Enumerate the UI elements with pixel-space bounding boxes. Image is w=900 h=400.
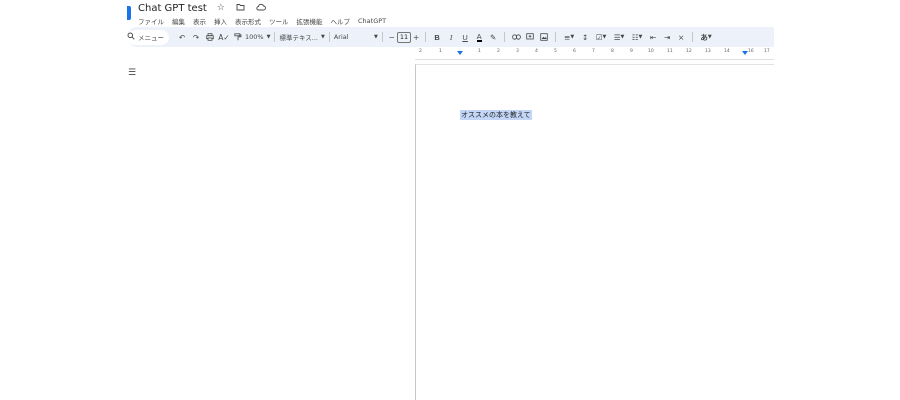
redo-icon[interactable]: ↷	[189, 30, 203, 45]
menu-edit[interactable]: 編集	[172, 16, 185, 26]
highlight-color-icon[interactable]: ✎	[486, 30, 500, 45]
ruler-tick: 2	[419, 49, 422, 54]
print-icon[interactable]	[203, 30, 217, 45]
paint-format-icon[interactable]	[231, 30, 245, 45]
chevron-down-icon: ▼	[373, 34, 378, 40]
chevron-down-icon: ▼	[320, 34, 325, 40]
increase-font-size-button[interactable]: +	[411, 30, 421, 45]
chevron-down-icon: ▼	[266, 34, 271, 40]
toolbar-divider	[692, 32, 694, 42]
ruler-tick: 11	[667, 49, 673, 54]
spellcheck-icon[interactable]: A✓	[217, 30, 231, 45]
toolbar-divider	[328, 32, 330, 42]
underline-button[interactable]: U	[458, 30, 472, 45]
move-to-folder-icon[interactable]	[235, 3, 247, 14]
toolbar-divider	[274, 32, 276, 42]
search-menus-box[interactable]: メニュー	[127, 29, 169, 45]
italic-button[interactable]: I	[444, 30, 458, 45]
toolbar-divider	[504, 32, 506, 42]
ruler-tick: 6	[573, 49, 576, 54]
document-title[interactable]: Chat GPT test	[138, 3, 207, 14]
ruler-tick: 13	[705, 49, 711, 54]
google-docs-window: Chat GPT test ☆ ファイル 編集 表示 挿入 表示形式 ツール 拡…	[127, 0, 774, 400]
title-row: Chat GPT test ☆	[138, 1, 267, 15]
menu-chatgpt[interactable]: ChatGPT	[358, 17, 386, 25]
paragraph-style-select[interactable]: 標準テキス... ▼	[279, 32, 324, 42]
menu-insert[interactable]: 挿入	[214, 16, 227, 26]
decrease-font-size-button[interactable]: −	[387, 30, 397, 45]
toolbar-divider	[555, 32, 557, 42]
zoom-select[interactable]: 100% ▼	[245, 33, 270, 41]
ruler-tick: 3	[516, 49, 519, 54]
star-icon[interactable]: ☆	[215, 3, 227, 13]
menu-help[interactable]: ヘルプ	[331, 16, 351, 26]
search-menus-label: メニュー	[138, 34, 164, 42]
line-spacing-icon[interactable]: ↕	[578, 30, 592, 45]
ruler-tick: 14	[724, 49, 730, 54]
ruler-tick: 4	[535, 49, 538, 54]
ruler-tick: 2	[497, 49, 500, 54]
cloud-status-icon[interactable]	[255, 3, 267, 14]
ruler-tick: 16	[748, 49, 754, 54]
numbered-list-icon[interactable]: ☷ ▼	[628, 30, 646, 45]
bold-button[interactable]: B	[430, 30, 444, 45]
increase-indent-icon[interactable]: ⇥	[660, 30, 674, 45]
clear-formatting-icon[interactable]: ⨯	[674, 30, 688, 45]
ruler-tick: 9	[630, 49, 633, 54]
menu-format[interactable]: 表示形式	[235, 16, 261, 26]
indent-marker[interactable]	[457, 51, 463, 55]
left-gutter	[0, 0, 127, 400]
selected-text[interactable]: オススメの本を教えて	[460, 110, 532, 120]
search-icon	[127, 32, 135, 42]
right-gutter	[774, 0, 900, 400]
checklist-icon[interactable]: ☑ ▼	[592, 30, 610, 45]
menu-extensions[interactable]: 拡張機能	[297, 16, 323, 26]
font-value: Arial	[333, 33, 349, 41]
toolbar: メニュー ↶ ↷ A✓ 100% ▼ 標準テキス... ▼ Arial ▼ − …	[127, 27, 774, 47]
docs-logo-icon[interactable]	[127, 6, 131, 20]
ruler-tick: 7	[592, 49, 595, 54]
horizontal-ruler[interactable]: 2 1 1 2 3 4 5 6 7 8 9 10 11 12 13 14 16 …	[415, 49, 774, 60]
ruler-tick: 12	[686, 49, 692, 54]
document-outline-icon[interactable]: ☰	[128, 68, 136, 78]
document-page[interactable]: オススメの本を教えて	[415, 64, 774, 400]
insert-link-icon[interactable]	[509, 30, 523, 45]
ruler-tick: 5	[554, 49, 557, 54]
ruler-tick: 1	[478, 49, 481, 54]
menu-bar: ファイル 編集 表示 挿入 表示形式 ツール 拡張機能 ヘルプ ChatGPT	[138, 15, 386, 27]
ruler-tick: 8	[611, 49, 614, 54]
ruler-tick: 10	[648, 49, 654, 54]
decrease-indent-icon[interactable]: ⇤	[646, 30, 660, 45]
translate-icon[interactable]: あ ▼	[697, 30, 715, 45]
ruler-tick: 1	[439, 49, 442, 54]
menu-file[interactable]: ファイル	[138, 16, 164, 26]
text-color-icon: A	[476, 31, 482, 42]
bulleted-list-icon[interactable]: ☰ ▼	[610, 30, 628, 45]
font-size-input[interactable]: 11	[396, 31, 412, 43]
font-select[interactable]: Arial ▼	[334, 33, 378, 41]
toolbar-divider	[425, 32, 427, 42]
add-comment-icon[interactable]	[523, 30, 537, 45]
insert-image-icon[interactable]	[537, 30, 551, 45]
menu-view[interactable]: 表示	[193, 16, 206, 26]
zoom-value: 100%	[245, 33, 264, 41]
undo-icon[interactable]: ↶	[175, 30, 189, 45]
toolbar-divider	[381, 32, 383, 42]
menu-tools[interactable]: ツール	[269, 16, 289, 26]
align-left-icon[interactable]: ≡ ▼	[560, 30, 578, 45]
text-color-button[interactable]: A	[472, 30, 486, 45]
paragraph-style-value: 標準テキス...	[279, 34, 318, 42]
ruler-tick: 17	[764, 49, 770, 54]
